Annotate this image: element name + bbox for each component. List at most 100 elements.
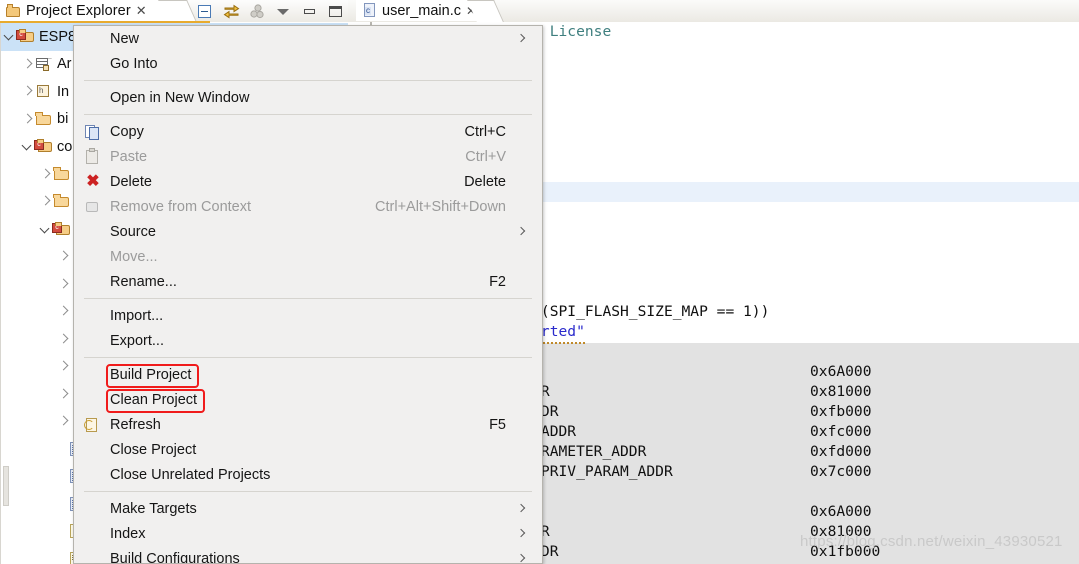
chevron-down-icon[interactable]: [21, 140, 34, 153]
chevron-right-icon[interactable]: [21, 113, 34, 126]
c-badge-icon: c: [34, 140, 44, 151]
c-folder-icon: c: [34, 138, 53, 155]
menu-item-icon-placeholder: [81, 273, 105, 291]
menu-item-icon-placeholder: [81, 391, 105, 409]
collapse-all-icon[interactable]: [197, 3, 214, 20]
menu-item-new[interactable]: New: [74, 26, 542, 51]
menu-item-build-project[interactable]: Build Project: [74, 362, 542, 387]
c-badge-icon: c: [16, 30, 26, 41]
tree-item-label: co: [57, 138, 73, 155]
menu-item-icon-placeholder: [81, 441, 105, 459]
view-hierarchy-icon[interactable]: [249, 3, 266, 20]
menu-item-clean-project[interactable]: Clean Project: [74, 387, 542, 412]
menu-item-label: Import...: [110, 307, 164, 324]
chevron-down-icon[interactable]: [39, 223, 52, 236]
chevron-down-icon[interactable]: [3, 30, 16, 43]
chevron-right-icon[interactable]: [21, 85, 34, 98]
view-menu-icon[interactable]: [275, 3, 292, 20]
c-project-icon: c: [16, 28, 35, 45]
menu-item-icon-placeholder: [81, 466, 105, 484]
menu-item-shortcut: Ctrl+Alt+Shift+Down: [375, 198, 506, 215]
chevron-right-icon[interactable]: [21, 58, 34, 71]
menu-item-go-into[interactable]: Go Into: [74, 51, 542, 76]
menu-item-label: Build Project: [110, 366, 192, 383]
editor-tab-row: user_main.c ✕: [348, 0, 1079, 23]
menu-item-refresh[interactable]: Refresh F5: [74, 412, 542, 437]
project-explorer-tab-label: Project Explorer: [26, 2, 131, 19]
macro-value: 0xfd000: [810, 443, 872, 460]
menu-item-import[interactable]: Import...: [74, 303, 542, 328]
menu-item-label: Delete: [110, 173, 152, 190]
menu-item-label: Close Project: [110, 441, 197, 458]
chevron-right-icon[interactable]: [57, 360, 70, 373]
menu-separator: [84, 491, 532, 492]
tab-project-explorer[interactable]: Project Explorer ✕: [0, 0, 178, 21]
menu-item-index[interactable]: Index: [74, 521, 542, 546]
menu-item-open-in-new-window[interactable]: Open in New Window: [74, 85, 542, 110]
menu-item-label: Refresh: [110, 416, 161, 433]
menu-item-close-unrelated-projects[interactable]: Close Unrelated Projects: [74, 462, 542, 487]
menu-item-label: Move...: [110, 248, 158, 265]
link-with-editor-icon[interactable]: [223, 3, 240, 20]
menu-separator: [84, 80, 532, 81]
menu-item-label: Paste: [110, 148, 148, 165]
menu-item-shortcut: Delete: [464, 173, 506, 190]
macro-value: 0xfc000: [810, 423, 872, 440]
import-icon: [81, 307, 105, 325]
menu-item-label: Clean Project: [110, 391, 198, 408]
eclipse-ide-window: Project Explorer ✕ c Ar h In bi c co c c…: [0, 0, 1079, 564]
menu-item-label: Close Unrelated Projects: [110, 466, 271, 483]
chevron-right-icon[interactable]: [57, 415, 70, 428]
chevron-right-icon[interactable]: [57, 388, 70, 401]
close-icon[interactable]: ✕: [136, 4, 147, 17]
tab-user-main-c[interactable]: user_main.c ✕: [356, 0, 487, 21]
menu-item-label: Index: [110, 525, 146, 542]
includes-icon: [34, 83, 53, 100]
menu-item-delete[interactable]: ✖ Delete Delete: [74, 169, 542, 194]
maximize-icon[interactable]: [327, 3, 344, 20]
menu-item-icon-placeholder: [81, 550, 105, 564]
minimize-icon[interactable]: [301, 3, 318, 20]
menu-item-icon-placeholder: [81, 55, 105, 73]
menu-item-icon-placeholder: [81, 89, 105, 107]
context-menu[interactable]: New Go Into Open in New Window Copy Ctrl+C Pa…: [73, 25, 543, 564]
menu-item-export[interactable]: Export...: [74, 328, 542, 353]
chevron-right-icon[interactable]: [57, 305, 70, 318]
chevron-right-icon[interactable]: [57, 333, 70, 346]
menu-separator: [84, 114, 532, 115]
c-source-file-icon: [363, 3, 377, 18]
menu-item-source[interactable]: Source: [74, 219, 542, 244]
menu-item-rename[interactable]: Rename... F2: [74, 269, 542, 294]
menu-item-copy[interactable]: Copy Ctrl+C: [74, 119, 542, 144]
folder-icon: [34, 111, 53, 128]
chevron-right-icon: [518, 35, 526, 43]
close-icon[interactable]: ✕: [466, 4, 476, 18]
menu-item-label: Open in New Window: [110, 89, 250, 106]
menu-item-build-configurations[interactable]: Build Configurations: [74, 546, 542, 564]
chevron-right-icon[interactable]: [39, 168, 52, 181]
menu-separator: [84, 298, 532, 299]
menu-item-label: Remove from Context: [110, 198, 252, 215]
scrollbar-thumb[interactable]: [3, 466, 9, 506]
menu-item-shortcut: Ctrl+V: [465, 148, 506, 165]
menu-item-make-targets[interactable]: Make Targets: [74, 496, 542, 521]
chevron-right-icon: [518, 555, 526, 563]
chevron-right-icon[interactable]: [57, 250, 70, 263]
chevron-right-icon[interactable]: [57, 278, 70, 291]
export-icon: [81, 332, 105, 350]
delete-icon: ✖: [86, 172, 100, 190]
copy-icon: [81, 123, 105, 141]
menu-item-label: New: [110, 30, 140, 47]
menu-item-label: Go Into: [110, 55, 158, 72]
menu-item-remove-from-context: Remove from Context Ctrl+Alt+Shift+Down: [74, 194, 542, 219]
tree-item-label: Ar: [57, 56, 72, 73]
archive-badge-icon: [43, 64, 49, 71]
menu-item-close-project[interactable]: Close Project: [74, 437, 542, 462]
menu-item-label: Copy: [110, 123, 144, 140]
menu-item-icon-placeholder: [81, 223, 105, 241]
chevron-right-icon[interactable]: [39, 195, 52, 208]
